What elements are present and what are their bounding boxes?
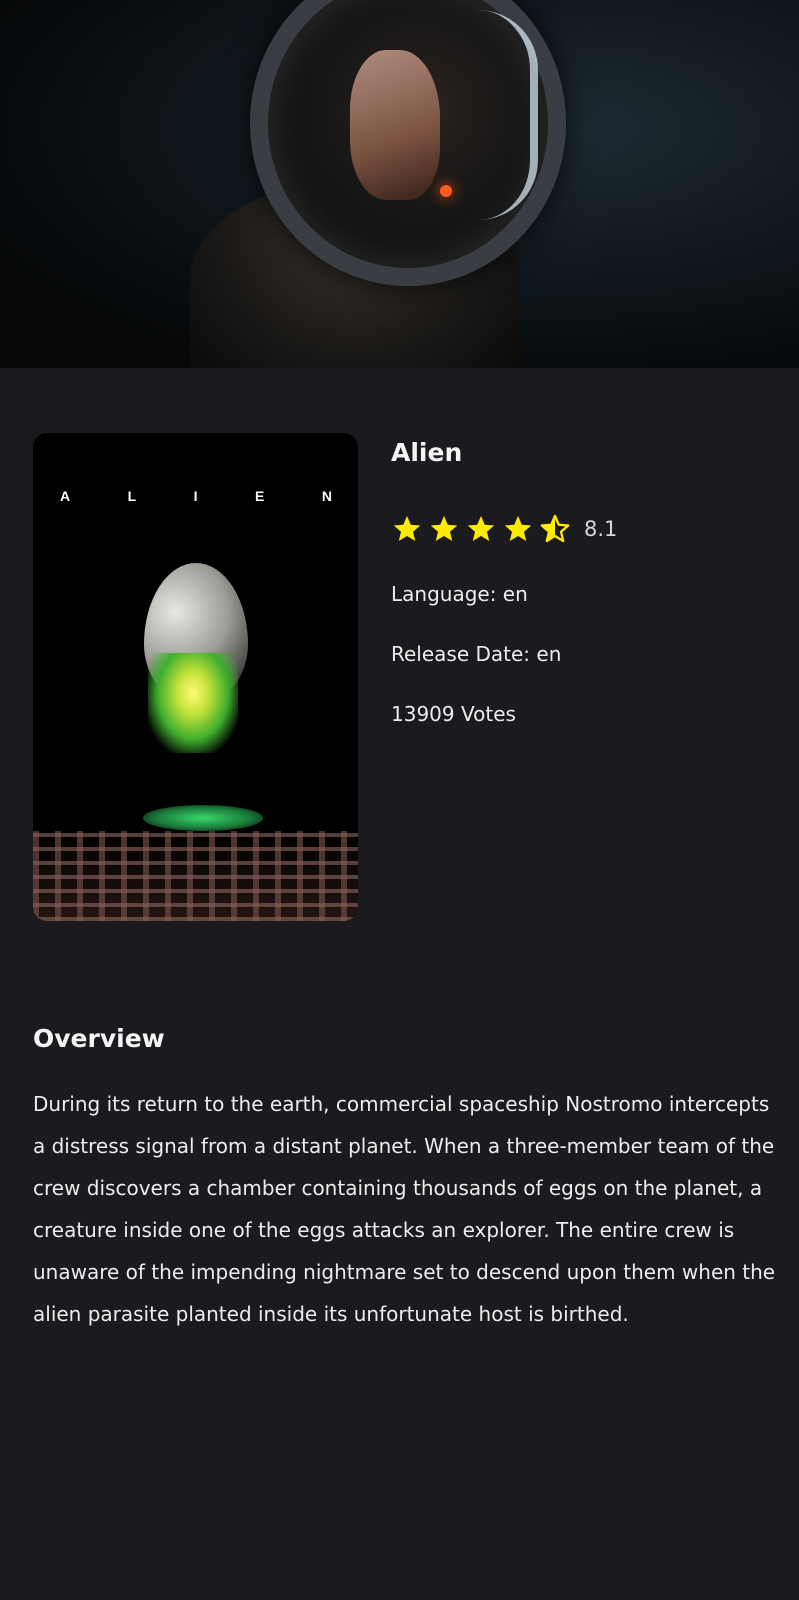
star-icon <box>393 515 421 541</box>
poster-egg-glow <box>148 653 238 753</box>
overview-heading: Overview <box>33 1024 165 1053</box>
rating-stars <box>391 514 576 544</box>
movie-poster: A L I E N <box>33 433 358 921</box>
backdrop-suit-light <box>440 185 452 197</box>
half-star-icon <box>540 514 570 543</box>
language-line: Language: en <box>391 582 528 606</box>
movie-title: Alien <box>391 438 463 467</box>
star-icon <box>504 515 532 541</box>
rating-row: 8.1 <box>391 514 617 544</box>
poster-letter: E <box>255 488 265 504</box>
star-icon <box>430 515 458 541</box>
poster-floor-glow <box>143 805 263 831</box>
poster-title-letters: A L I E N <box>33 488 358 504</box>
poster-letter: L <box>127 488 137 504</box>
poster-letter: A <box>60 488 71 504</box>
release-date-line: Release Date: en <box>391 642 562 666</box>
poster-letter: N <box>321 488 332 504</box>
poster-letter: I <box>193 488 198 504</box>
poster-egg-floor <box>33 831 358 921</box>
backdrop-image <box>0 0 799 368</box>
backdrop-visor-glint <box>470 10 538 220</box>
star-icon <box>467 515 495 541</box>
rating-value: 8.1 <box>584 517 618 541</box>
votes-line: 13909 Votes <box>391 702 516 726</box>
overview-text: During its return to the earth, commerci… <box>33 1092 776 1326</box>
backdrop-face <box>350 50 440 200</box>
